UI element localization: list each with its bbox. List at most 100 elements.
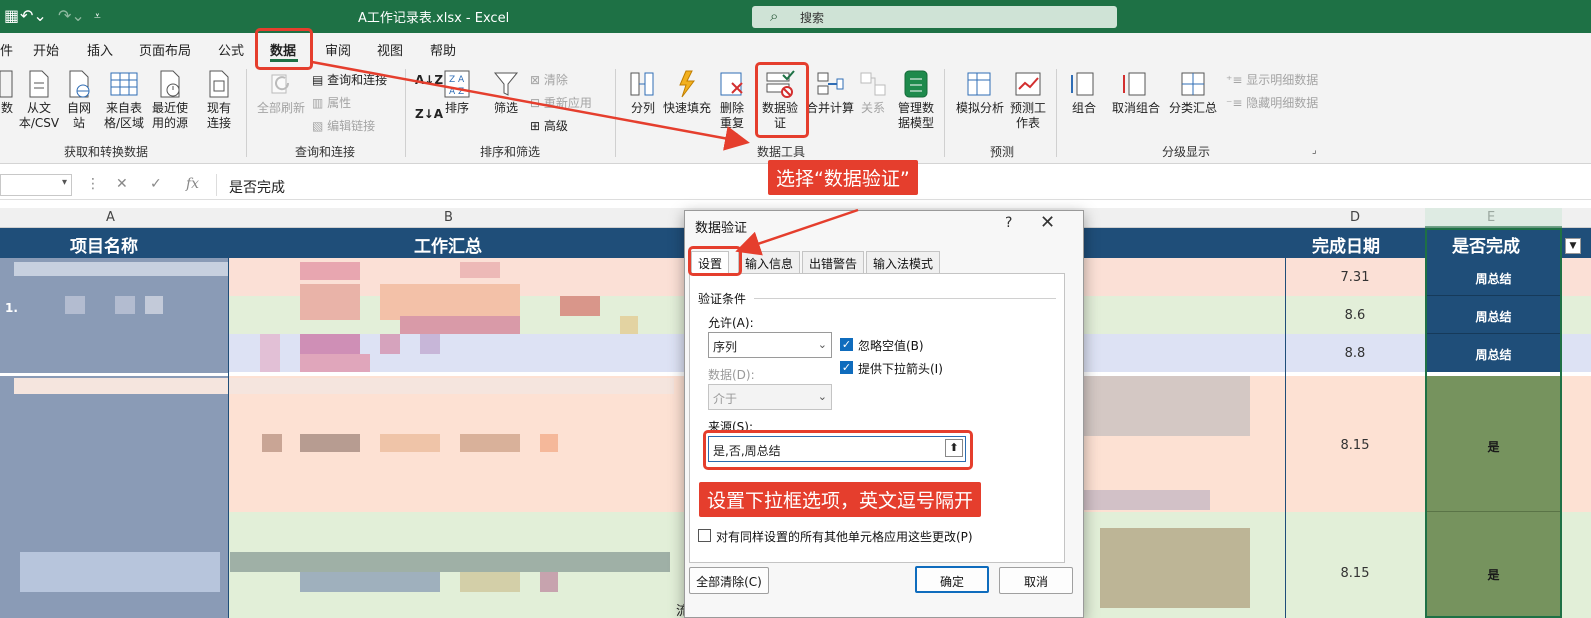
clear-all-button[interactable]: 全部清除(C) (689, 567, 769, 594)
cancel-icon[interactable]: ✕ (116, 176, 128, 192)
column-header-a[interactable]: A (106, 210, 115, 225)
outline-dialog-launcher-icon[interactable]: ⌟ (1312, 145, 1317, 156)
flash-fill-button[interactable]: 快速填充 (661, 69, 713, 116)
advanced-filter-button[interactable]: ⊞ 高级 (530, 117, 568, 134)
allow-select[interactable]: 序列 ⌄ (708, 332, 832, 358)
tab-review[interactable]: 审阅 (325, 40, 351, 59)
tab-formulas[interactable]: 公式 (218, 40, 244, 59)
refresh-all-button[interactable]: 全部刷新 (254, 69, 308, 116)
sort-za-button[interactable]: Z↓A (415, 107, 443, 121)
forecast-sheet-button[interactable]: 预测工作表 (1008, 69, 1048, 131)
what-if-analysis-button[interactable]: 模拟分析 (954, 69, 1006, 116)
tab-file[interactable]: 件 (0, 40, 13, 59)
group-separator (405, 69, 406, 157)
document-title: A工作记录表.xlsx - Excel (358, 11, 510, 26)
help-icon[interactable]: ? (1005, 215, 1012, 231)
group-label-data-tools: 数据工具 (757, 145, 806, 159)
tab-input-message[interactable]: 输入信息 (738, 251, 801, 274)
recent-sources-button[interactable]: 最近使用的源 (150, 69, 190, 131)
tab-page-layout[interactable]: 页面布局 (139, 40, 191, 59)
tab-home[interactable]: 开始 (33, 40, 59, 59)
chevron-down-icon: ▾ (61, 177, 67, 188)
relationships-button[interactable]: 关系 (858, 69, 888, 116)
show-detail-button[interactable]: ⁺≡ 显示明细数据 (1226, 71, 1318, 88)
redacted-block (300, 262, 360, 280)
save-icon[interactable]: ▦ (4, 6, 19, 25)
dialog-title: 数据验证 (695, 221, 748, 236)
cancel-button[interactable]: 取消 (999, 567, 1073, 594)
redo-icon[interactable]: ↷⌄ (58, 6, 85, 25)
more-icon: ⋮ (86, 176, 100, 192)
get-data-button[interactable]: 数 (0, 69, 14, 116)
queries-connections-button[interactable]: ▤ 查询和连接 (312, 71, 387, 88)
redacted-block (300, 284, 360, 320)
enter-icon[interactable]: ✓ (150, 176, 162, 192)
search-box[interactable]: ⌕ 搜索 (752, 6, 1117, 28)
hide-detail-button[interactable]: ⁻≡ 隐藏明细数据 (1226, 94, 1318, 111)
header-work-summary[interactable]: 工作汇总 (414, 232, 482, 257)
edit-links-button[interactable]: ▧ 编辑链接 (312, 117, 375, 134)
consolidate-button[interactable]: 合并计算 (804, 69, 856, 116)
redacted-block (145, 296, 163, 314)
customize-qat-icon[interactable]: ⩡ (94, 9, 101, 24)
ungroup-label: 取消组合 (1111, 101, 1160, 115)
manage-data-model-label: 管理数据模型 (897, 101, 934, 130)
date-cell[interactable]: 7.31 (1285, 270, 1425, 285)
data-select[interactable]: 介于 ⌄ (708, 384, 832, 410)
header-project-name[interactable]: 项目名称 (70, 232, 138, 257)
reapply-button[interactable]: ⊡ 重新应用 (530, 94, 592, 111)
text-to-columns-button[interactable]: 分列 (625, 69, 661, 116)
apply-all-checkbox[interactable] (698, 529, 711, 542)
sort-button[interactable]: Z A A Z 排序 (441, 69, 473, 116)
consolidate-label: 合并计算 (805, 101, 854, 115)
remove-duplicates-button[interactable]: 删除重复值 (716, 69, 748, 146)
forecast-sheet-icon (1015, 72, 1041, 96)
filter-dropdown-icon[interactable]: ▼ (1565, 238, 1581, 254)
from-web-button[interactable]: 自网站 (64, 69, 94, 131)
group-label-queries: 查询和连接 (295, 145, 356, 159)
filter-button[interactable]: 筛选 (490, 69, 522, 116)
ignore-blank-checkbox[interactable]: ✓ (840, 338, 853, 351)
group-button[interactable]: 组合 (1066, 69, 1102, 116)
column-header-d[interactable]: D (1350, 210, 1360, 225)
connections-icon (209, 70, 229, 98)
existing-connections-button[interactable]: 现有连接 (202, 69, 236, 131)
from-text-csv-button[interactable]: 从文本/CSV (18, 69, 60, 131)
redacted-block (620, 316, 638, 334)
group-label: 组合 (1071, 101, 1096, 115)
relationships-label: 关系 (860, 101, 885, 115)
date-cell[interactable]: 8.6 (1285, 308, 1425, 323)
advanced-filter-icon: ⊞ (530, 119, 544, 133)
queries-icon: ▤ (312, 73, 328, 87)
manage-data-model-button[interactable]: 管理数据模型 (896, 69, 936, 131)
from-table-range-button[interactable]: 来自表格/区域 (100, 69, 148, 131)
undo-icon[interactable]: ↶⌄ (20, 6, 47, 25)
tab-insert[interactable]: 插入 (87, 40, 113, 59)
close-icon[interactable]: ✕ (1040, 212, 1055, 233)
ok-button[interactable]: 确定 (915, 566, 989, 593)
hide-detail-label: 隐藏明细数据 (1246, 96, 1319, 110)
sort-az-button[interactable]: A↓Z (415, 73, 443, 87)
date-cell[interactable]: 8.15 (1285, 438, 1425, 453)
subtotal-button[interactable]: 分类汇总 (1166, 69, 1220, 116)
highlight-source-input (703, 430, 973, 470)
row-number-fragment: 1. (5, 301, 18, 315)
insert-function-icon[interactable]: fx (186, 176, 199, 192)
properties-button[interactable]: ▥ 属性 (312, 94, 351, 111)
title-bar: ▦ ↶⌄ ↷⌄ ⩡ A工作记录表.xlsx - Excel ⌕ 搜索 (0, 0, 1591, 33)
tab-error-alert[interactable]: 出错警告 (802, 251, 865, 274)
column-header-b[interactable]: B (444, 210, 453, 225)
dropdown-arrow-label: 提供下拉箭头(I) (858, 362, 943, 376)
tab-view[interactable]: 视图 (377, 40, 403, 59)
name-box[interactable]: ▾ (0, 174, 72, 196)
tab-ime-mode[interactable]: 输入法模式 (866, 251, 941, 274)
column-e-selected (1425, 208, 1562, 228)
refresh-all-label: 全部刷新 (256, 101, 305, 115)
clear-filter-button[interactable]: ⊠ 清除 (530, 71, 568, 88)
date-cell[interactable]: 8.15 (1285, 566, 1425, 581)
dropdown-arrow-checkbox[interactable]: ✓ (840, 361, 853, 374)
ungroup-button[interactable]: 取消组合 (1108, 69, 1164, 116)
date-cell[interactable]: 8.8 (1285, 346, 1425, 361)
tab-help[interactable]: 帮助 (430, 40, 456, 59)
header-completion-date[interactable]: 完成日期 (1312, 232, 1380, 257)
